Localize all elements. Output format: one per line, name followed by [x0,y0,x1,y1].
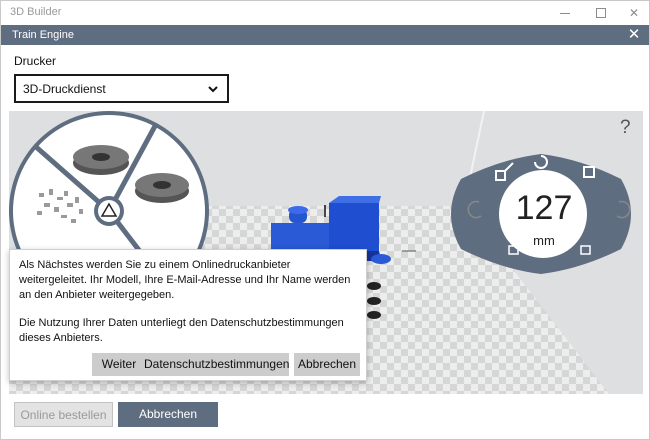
dialog-title: Train Engine [12,29,74,41]
dimension-readout: 127 [509,189,579,228]
info-popup: Als Nächstes werden Sie zu einem Onlined… [9,249,367,381]
part-wheel[interactable] [9,111,209,261]
minimize-button[interactable] [548,1,582,25]
popup-text-redirect: Als Nächstes werden Sie zu einem Onlined… [19,259,351,301]
printer-select-value: 3D-Druckdienst [23,82,106,96]
popup-cancel-button[interactable]: Abbrechen [294,353,360,376]
dialog-close-button[interactable]: ✕ [625,26,643,44]
window-titlebar: 3D Builder ✕ [1,1,649,25]
privacy-button[interactable]: Datenschutzbestimmungen [144,353,289,376]
printer-label: Drucker [14,54,57,68]
close-icon: ✕ [628,6,640,20]
help-icon[interactable]: ? [620,117,631,139]
dimension-value: 127 [515,189,573,227]
dialog-header: Train Engine ✕ [1,25,649,45]
next-button[interactable]: Weiter [92,353,146,376]
cancel-button[interactable]: Abbrechen [118,402,218,427]
close-icon: ✕ [627,26,641,43]
app-title: 3D Builder [10,6,62,18]
maximize-icon [596,8,606,18]
maximize-button[interactable] [584,1,618,25]
dimension-unit: mm [533,233,555,248]
order-online-button[interactable]: Online bestellen [14,402,113,427]
minimize-icon [560,13,570,14]
printer-select[interactable]: 3D-Druckdienst [14,74,229,103]
window-close-button[interactable]: ✕ [617,1,649,25]
popup-text-privacy: Die Nutzung Ihrer Daten unterliegt den D… [19,317,344,344]
chevron-down-icon [208,86,218,93]
app-window: 3D Builder ✕ Train Engine ✕ Drucker 3D-D… [0,0,650,440]
